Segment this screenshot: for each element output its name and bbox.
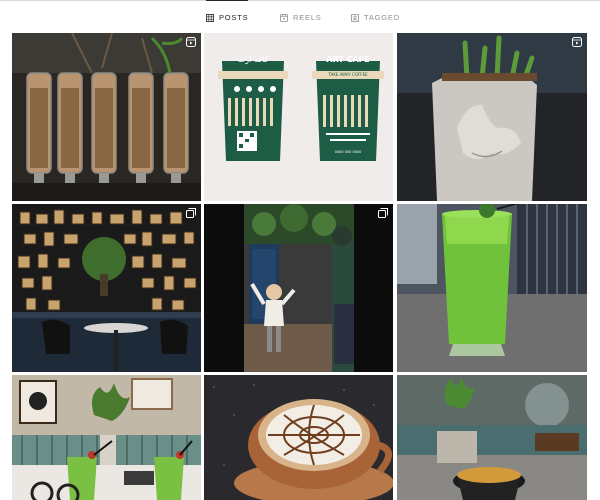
profile-tabs: POSTS REELS TAGGED xyxy=(0,0,600,34)
tab-tagged[interactable]: TAGGED xyxy=(351,1,400,34)
post-green-drink[interactable] xyxy=(397,204,587,372)
carousel-icon xyxy=(186,208,196,218)
tagged-icon xyxy=(351,13,359,22)
tab-reels-label: REELS xyxy=(293,13,322,22)
reel-icon xyxy=(186,37,196,47)
post-coffee-cup-with-plant[interactable] xyxy=(397,375,587,500)
reels-icon xyxy=(280,13,288,22)
tab-posts[interactable]: POSTS xyxy=(206,0,249,34)
cup-left-title: کافه آرت xyxy=(237,55,269,64)
cup-right-subtitle: TAKE AWAY COFFEE xyxy=(328,72,368,77)
post-latte-art[interactable] xyxy=(204,375,393,500)
posts-grid: کافه آرت ART CAFE TAKE AWAY COFFEE 0000 … xyxy=(12,33,587,500)
post-green-drinks-on-table[interactable] xyxy=(12,375,201,500)
post-image xyxy=(204,204,393,372)
post-image xyxy=(397,375,587,500)
tab-tagged-label: TAGGED xyxy=(364,13,400,22)
post-image xyxy=(204,375,393,500)
cup-right-title: ART CAFE xyxy=(326,55,370,64)
post-branded-coffee-cups[interactable]: کافه آرت ART CAFE TAKE AWAY COFFEE 0000 … xyxy=(204,33,393,201)
tab-reels[interactable]: REELS xyxy=(280,1,322,34)
post-image xyxy=(397,204,587,372)
post-image xyxy=(397,33,587,201)
grid-icon xyxy=(206,13,214,22)
post-image xyxy=(12,204,201,372)
cup-right-footer: 0000 000 0000 xyxy=(334,150,362,154)
post-image xyxy=(12,33,201,201)
post-coffee-bean-dispensers[interactable] xyxy=(12,33,201,201)
reel-icon xyxy=(572,37,582,47)
post-child-in-cafe[interactable] xyxy=(204,204,393,372)
post-frame-wall-interior[interactable] xyxy=(12,204,201,372)
tab-posts-label: POSTS xyxy=(219,13,249,22)
post-face-planter[interactable] xyxy=(397,33,587,201)
post-image xyxy=(12,375,201,500)
carousel-icon xyxy=(378,208,388,218)
